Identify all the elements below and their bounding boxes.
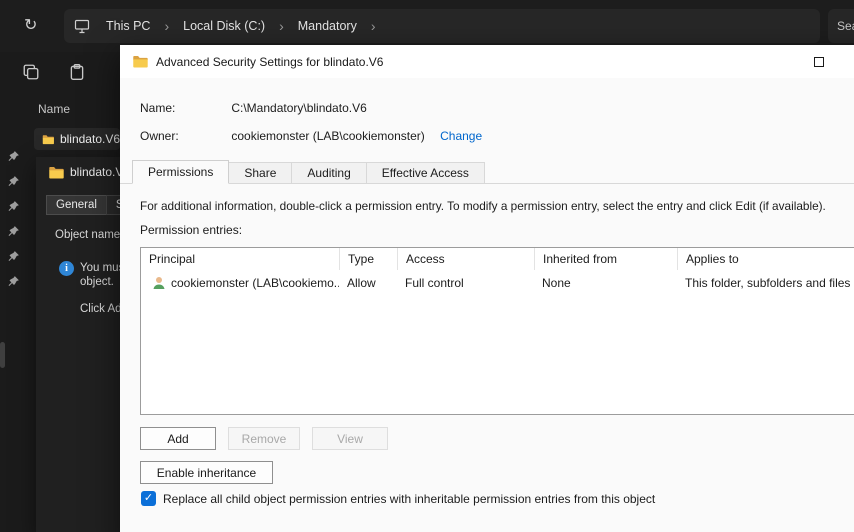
properties-info-text: You mus <box>80 262 120 274</box>
pin-icon[interactable] <box>7 175 21 189</box>
cell-access: Full control <box>405 276 464 290</box>
dialog-title: Advanced Security Settings for blindato.… <box>156 54 384 69</box>
table-row[interactable]: cookiemonster (LAB\cookiemo... Allow Ful… <box>141 272 854 294</box>
column-header-access[interactable]: Access <box>397 248 534 270</box>
pin-icon[interactable] <box>7 225 21 239</box>
this-pc-icon <box>74 19 90 34</box>
paste-icon[interactable] <box>68 63 86 86</box>
chevron-right-icon: › <box>370 18 376 34</box>
name-field-row: Name: C:\Mandatory\blindato.V6 <box>140 101 367 115</box>
search-input[interactable]: Sea <box>828 9 854 43</box>
properties-dialog: blindato.V General Sha Object name: i Yo… <box>36 157 120 532</box>
permissions-info-text: For additional information, double-click… <box>140 199 826 213</box>
folder-icon <box>49 166 64 179</box>
properties-dialog-titlebar: blindato.V <box>48 165 120 179</box>
pin-icon[interactable] <box>7 250 21 264</box>
dialog-titlebar: Advanced Security Settings for blindato.… <box>120 45 854 78</box>
info-icon: i <box>59 261 74 276</box>
column-header-name[interactable]: Name <box>38 102 70 116</box>
desktop: ↻ This PC › Local Disk (C:) › Mandatory … <box>0 0 854 532</box>
breadcrumb-this-pc[interactable]: This PC <box>98 16 158 36</box>
scrollbar-thumb[interactable] <box>0 342 5 368</box>
chevron-right-icon: › <box>164 18 170 34</box>
pin-icon[interactable] <box>7 275 21 289</box>
column-header-applies-to[interactable]: Applies to <box>677 248 854 270</box>
maximize-icon <box>814 56 824 67</box>
address-bar[interactable]: This PC › Local Disk (C:) › Mandatory › <box>64 9 820 43</box>
column-header-principal[interactable]: Principal <box>141 248 339 270</box>
column-header-inherited-from[interactable]: Inherited from <box>534 248 677 270</box>
advanced-security-dialog: Advanced Security Settings for blindato.… <box>120 45 854 532</box>
change-owner-link[interactable]: Change <box>440 129 482 143</box>
permission-entries-label: Permission entries: <box>140 223 243 237</box>
enable-inheritance-button[interactable]: Enable inheritance <box>140 461 273 484</box>
name-value: C:\Mandatory\blindato.V6 <box>231 101 367 115</box>
view-button[interactable]: View <box>312 427 388 450</box>
owner-value: cookiemonster (LAB\cookiemonster) <box>231 129 425 143</box>
tab-sharing[interactable]: Sha <box>105 195 120 215</box>
remove-button[interactable]: Remove <box>228 427 300 450</box>
pin-icon[interactable] <box>7 200 21 214</box>
cell-principal: cookiemonster (LAB\cookiemo... <box>171 276 339 290</box>
breadcrumb-mandatory[interactable]: Mandatory <box>290 16 365 36</box>
maximize-button[interactable] <box>796 45 842 78</box>
properties-dialog-title: blindato.V <box>70 165 120 179</box>
cell-applies-to: This folder, subfolders and files <box>685 276 851 290</box>
tab-permissions[interactable]: Permissions <box>132 160 230 184</box>
owner-field-row: Owner: cookiemonster (LAB\cookiemonster)… <box>140 129 482 143</box>
name-label: Name: <box>140 101 176 115</box>
properties-hint-text: Click Ad <box>80 303 120 315</box>
tab-share[interactable]: Share <box>228 162 293 183</box>
folder-icon <box>133 55 148 68</box>
pin-icon[interactable] <box>7 150 21 164</box>
tab-general[interactable]: General <box>46 195 107 215</box>
search-text: Sea <box>837 19 854 33</box>
copy-icon[interactable] <box>22 63 40 86</box>
tab-auditing[interactable]: Auditing <box>291 162 367 183</box>
cell-inherited-from: None <box>542 276 571 290</box>
chevron-right-icon: › <box>279 18 284 34</box>
properties-tabstrip: General Sha <box>46 195 120 215</box>
dialog-tabstrip: Permissions Share Auditing Effective Acc… <box>120 160 854 184</box>
file-row-blindato[interactable]: blindato.V6 <box>34 128 120 150</box>
column-header-type[interactable]: Type <box>339 248 397 270</box>
properties-info-text: object. <box>80 276 114 288</box>
permission-entries-table[interactable]: Principal Type Access Inherited from App… <box>140 247 854 415</box>
replace-permissions-checkbox[interactable]: ✓ <box>141 491 156 506</box>
refresh-icon[interactable]: ↻ <box>24 15 37 35</box>
folder-icon <box>42 134 54 144</box>
cell-type: Allow <box>347 276 376 290</box>
file-name: blindato.V6 <box>59 132 120 146</box>
replace-permissions-label: Replace all child object permission entr… <box>163 492 656 506</box>
add-button[interactable]: Add <box>140 427 216 450</box>
breadcrumb-local-disk[interactable]: Local Disk (C:) <box>175 16 273 36</box>
tab-effective-access[interactable]: Effective Access <box>365 162 485 183</box>
object-name-label: Object name: <box>55 229 120 241</box>
owner-label: Owner: <box>140 129 179 143</box>
